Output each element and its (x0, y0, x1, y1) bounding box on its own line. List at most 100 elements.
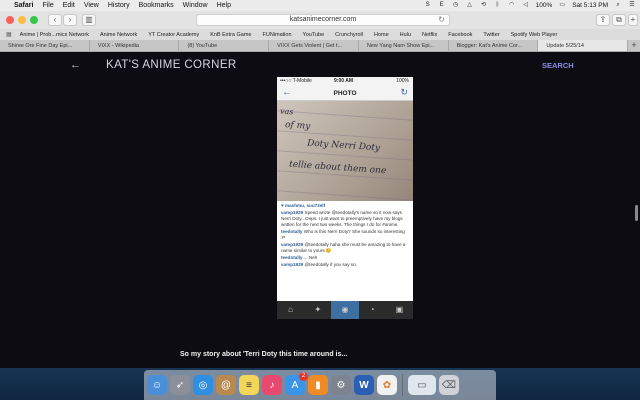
tab-bar: Shiree Ore Fine Day Epi... VIXX - Wikipe… (0, 40, 640, 52)
back-arrow-icon[interactable]: ← (70, 59, 81, 71)
trash-icon[interactable]: ⌫ (439, 375, 459, 395)
phone-status-bar: •••○○ T-Mobile 9:00 AM 100% (277, 77, 413, 86)
timer-icon[interactable]: ◷ (452, 2, 460, 9)
sidebar-button[interactable]: ▥ (82, 14, 96, 26)
spotlight-icon[interactable]: ⌕ (614, 2, 622, 9)
browser-tab[interactable]: VIXX - Wikipedia (90, 40, 180, 51)
ibooks-icon[interactable]: ▮ (308, 375, 328, 395)
photos-icon[interactable]: ✿ (377, 375, 397, 395)
favorite-item[interactable]: Crunchyroll (335, 32, 363, 38)
back-button[interactable]: ‹ (48, 14, 62, 26)
favorite-item[interactable]: KnB Extra Game (210, 32, 251, 38)
clock[interactable]: Sat 5:13 PM (572, 2, 608, 9)
scrollbar-thumb[interactable] (635, 205, 638, 221)
favorite-item[interactable]: Home (374, 32, 389, 38)
battery-percent: 100% (535, 2, 553, 9)
favorite-item[interactable]: Anime Network (100, 32, 137, 38)
new-tab-button[interactable]: + (628, 14, 638, 26)
evernote-icon[interactable]: E (438, 2, 446, 9)
menu-safari[interactable]: Safari (14, 2, 33, 9)
profile-icon: ▣ (395, 305, 404, 314)
menu-bar: Safari File Edit View History Bookmarks … (0, 0, 640, 11)
favorite-item[interactable]: Netflix (422, 32, 437, 38)
handwriting-line: Doty Nerri Doty (306, 138, 381, 154)
address-bar[interactable]: katsanimecorner.com ↻ (196, 14, 450, 26)
menu-window[interactable]: Window (183, 2, 208, 9)
menu-history[interactable]: History (108, 2, 130, 9)
phone-nav-bar: ← PHOTO ↻ (277, 86, 413, 101)
finder-icon[interactable]: ☺ (147, 375, 167, 395)
launchpad-icon[interactable]: ➶ (170, 375, 190, 395)
add-tab-icon[interactable]: + (628, 40, 640, 51)
camera-icon: ◉ (331, 301, 359, 319)
browser-tab[interactable]: New Yang Nam Show Epi... (359, 40, 449, 51)
favorite-item[interactable]: Hulu (400, 32, 411, 38)
word-icon[interactable]: W (354, 375, 374, 395)
favorite-item[interactable]: Facebook (448, 32, 472, 38)
notes-icon[interactable]: ≡ (239, 375, 259, 395)
system-preferences-icon[interactable]: ⚙ (331, 375, 351, 395)
explore-icon: ✦ (314, 305, 322, 314)
site-title[interactable]: KAT'S ANIME CORNER (106, 59, 237, 71)
activity-icon: ◔ (369, 305, 375, 314)
top-sites-icon[interactable]: ▦ (6, 31, 12, 38)
battery-icon[interactable]: ▭ (558, 2, 566, 9)
status-area: S E ◷ △ ⟲ ᛒ ◠ ◁ 100% ▭ Sat 5:13 PM ⌕ ☰ (424, 0, 636, 11)
menu-bookmarks[interactable]: Bookmarks (139, 2, 174, 9)
comments-list: ♥ mashmu, suu73elf vamp1929 Speed wrote … (277, 201, 413, 271)
forward-button[interactable]: › (63, 14, 77, 26)
drive-icon[interactable]: △ (466, 2, 474, 9)
likes-text: mashmu, suu73elf (285, 203, 326, 208)
notification-center-icon[interactable]: ☰ (628, 2, 636, 9)
post-caption: So my story about 'Terri Doty this time … (180, 351, 348, 358)
url-text: katsanimecorner.com (289, 16, 357, 23)
safari-icon[interactable]: ◎ (193, 375, 213, 395)
handwriting-line: of my (284, 120, 311, 132)
browser-tab[interactable]: Blogger: Kat's Anime Cor... (449, 40, 539, 51)
show-all-tabs-button[interactable]: ⧉ (612, 14, 626, 26)
browser-tab[interactable]: (8) YouTube (179, 40, 270, 51)
safari-toolbar: ‹ › ▥ katsanimecorner.com ↻ ⇪ ⧉ + (0, 11, 640, 29)
comment: vamp1929 @teedotally if you say so. (281, 262, 357, 267)
contacts-icon[interactable]: @ (216, 375, 236, 395)
comment: vamp1929 @teedotally haha she must be am… (281, 242, 406, 253)
bluetooth-icon[interactable]: ᛒ (494, 2, 502, 9)
phone-refresh-icon: ↻ (400, 87, 408, 97)
skype-icon[interactable]: S (424, 2, 432, 9)
browser-tab-active[interactable]: Update 5/25/14 (538, 40, 629, 51)
zoom-window-button[interactable] (30, 16, 38, 24)
search-link[interactable]: SEARCH (542, 61, 574, 70)
share-button[interactable]: ⇪ (596, 14, 610, 26)
preview-icon[interactable]: ▭ (408, 375, 436, 395)
app-store-icon[interactable]: A2 (285, 372, 308, 395)
favorite-item[interactable]: Twitter (483, 32, 499, 38)
handwriting-line: vas (279, 106, 294, 117)
favorite-item[interactable]: Anime | Prob...mics Network (20, 32, 89, 38)
reload-icon[interactable]: ↻ (438, 15, 445, 25)
favorite-item[interactable]: YT Creator Academy (148, 32, 199, 38)
phone-tab-bar: ⌂ ✦ ◉ ◔ ▣ (277, 301, 413, 319)
handwriting-photo: vas of my Doty Nerri Doty tellie about t… (277, 101, 413, 201)
home-icon: ⌂ (288, 305, 294, 314)
menu-view[interactable]: View (84, 2, 99, 9)
time-machine-icon[interactable]: ⟲ (480, 2, 488, 9)
close-window-button[interactable] (6, 16, 14, 24)
web-page: ← KAT'S ANIME CORNER SEARCH •••○○ T-Mobi… (0, 52, 640, 368)
volume-icon[interactable]: ◁ (522, 2, 530, 9)
dock-separator (402, 374, 403, 396)
itunes-icon[interactable]: ♪ (262, 375, 282, 395)
phone-screenshot: •••○○ T-Mobile 9:00 AM 100% ← PHOTO ↻ va… (277, 77, 413, 319)
favorite-item[interactable]: Spotify Web Player (511, 32, 558, 38)
wifi-icon[interactable]: ◠ (508, 2, 516, 9)
menu-edit[interactable]: Edit (63, 2, 75, 9)
minimize-window-button[interactable] (18, 16, 26, 24)
menu-file[interactable]: File (42, 2, 53, 9)
app-store-badge: 2 (299, 372, 308, 381)
favorite-item[interactable]: YouTube (303, 32, 325, 38)
browser-tab[interactable]: VIXX Gets Violent | Get t... (269, 40, 359, 51)
browser-tab[interactable]: Shiree Ore Fine Day Epi... (0, 40, 90, 51)
favorites-bar: ▦ Anime | Prob...mics Network Anime Netw… (0, 29, 640, 40)
menu-help[interactable]: Help (217, 2, 231, 9)
comment: teedotally ... Neh (281, 255, 318, 260)
favorite-item[interactable]: FUNimation (262, 32, 291, 38)
